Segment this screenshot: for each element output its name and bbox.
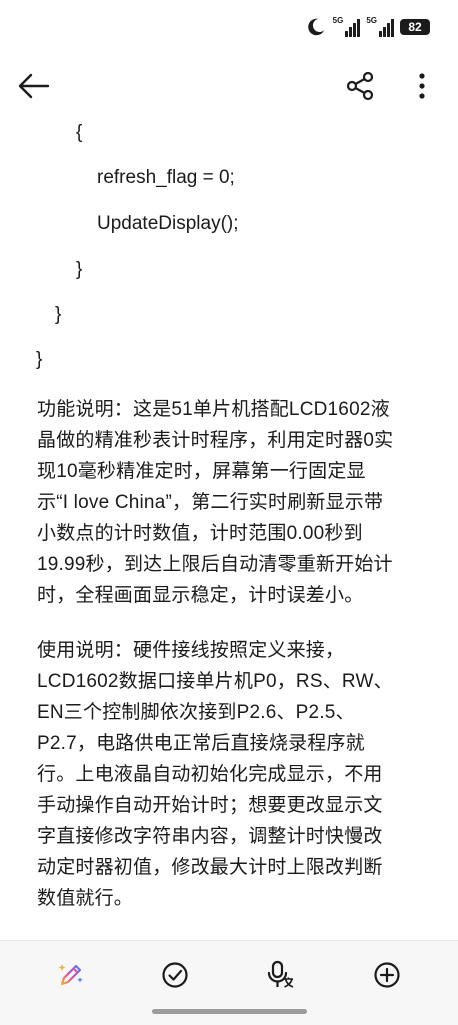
paragraph-line: 现10毫秒精准定时，屏幕第一行固定显 <box>37 461 366 482</box>
paragraph-line: 晶做的精准秒表计时程序，利用定时器0实 <box>37 430 394 451</box>
paragraph-line: 使用说明：硬件接线按照定义来接， <box>37 640 345 661</box>
paragraph-line: 字直接修改字符串内容，调整计时快慢改 <box>37 826 383 847</box>
moon-icon <box>307 18 324 36</box>
cellular-signal-icon-2: 5G <box>366 17 394 37</box>
voice-input-button[interactable] <box>258 955 302 995</box>
network-type-label: 5G <box>332 16 344 25</box>
paragraph-line: 小数点的计时数值，计时范围0.00秒到 <box>37 523 363 544</box>
paragraph-line: 功能说明：这是51单片机搭配LCD1602液 <box>37 399 390 420</box>
network-type-label-2: 5G <box>366 16 377 25</box>
home-indicator[interactable] <box>152 1009 307 1014</box>
paragraph-line: 19.99秒，到达上限后自动清零重新开始计 <box>37 554 393 575</box>
code-line: } <box>76 259 83 280</box>
feature-description-paragraph: 功能说明：这是51单片机搭配LCD1602液 晶做的精准秒表计时程序，利用定时器… <box>37 394 425 611</box>
paragraph-line: 数值就行。 <box>37 888 134 909</box>
voice-input-icon <box>267 960 294 988</box>
note-content[interactable]: { refresh_flag = 0; UpdateDisplay(); } }… <box>0 116 458 940</box>
paragraph-line: 动定时器初值，修改最大计时上限改判断 <box>37 857 383 878</box>
ai-writing-button[interactable] <box>49 955 93 995</box>
more-vertical-icon <box>419 73 425 99</box>
usage-instructions-paragraph: 使用说明：硬件接线按照定义来接， LCD1602数据口接单片机P0，RS、RW、… <box>37 635 425 914</box>
cellular-signal-icon: 5G <box>333 17 361 37</box>
code-line: refresh_flag = 0; <box>97 167 235 188</box>
share-icon <box>346 71 374 101</box>
code-line: } <box>36 349 43 370</box>
paragraph-line: EN三个控制脚依次接到P2.6、P2.5、 <box>37 702 355 723</box>
paragraph-line: P2.7，电路供电正常后直接烧录程序就 <box>37 733 365 754</box>
paragraph-line: 示“I love China”，第二行实时刷新显示带 <box>37 492 384 513</box>
check-circle-icon <box>162 962 188 988</box>
status-bar: 5G 5G 82 <box>0 0 458 56</box>
paragraph-line: 时，全程画面显示稳定，计时误差小。 <box>37 585 364 606</box>
magic-pen-icon <box>58 964 83 986</box>
add-circle-icon <box>374 962 400 988</box>
more-options-button[interactable] <box>404 66 440 106</box>
paragraph-line: 行。上电液晶自动初始化完成显示，不用 <box>37 764 383 785</box>
add-button[interactable] <box>365 955 409 995</box>
code-line: UpdateDisplay(); <box>97 213 239 234</box>
checklist-button[interactable] <box>153 955 197 995</box>
share-button[interactable] <box>340 66 380 106</box>
paragraph-line: LCD1602数据口接单片机P0，RS、RW、 <box>37 671 393 692</box>
back-button[interactable] <box>14 68 54 104</box>
status-icons: 5G 5G 82 <box>305 16 430 38</box>
paragraph-line: 手动操作自动开始计时；想要更改显示文 <box>37 795 383 816</box>
code-line: } <box>55 304 62 325</box>
app-bar <box>0 56 458 116</box>
battery-level: 82 <box>400 19 430 35</box>
arrow-left-icon <box>18 73 50 99</box>
code-line: { <box>76 122 83 143</box>
